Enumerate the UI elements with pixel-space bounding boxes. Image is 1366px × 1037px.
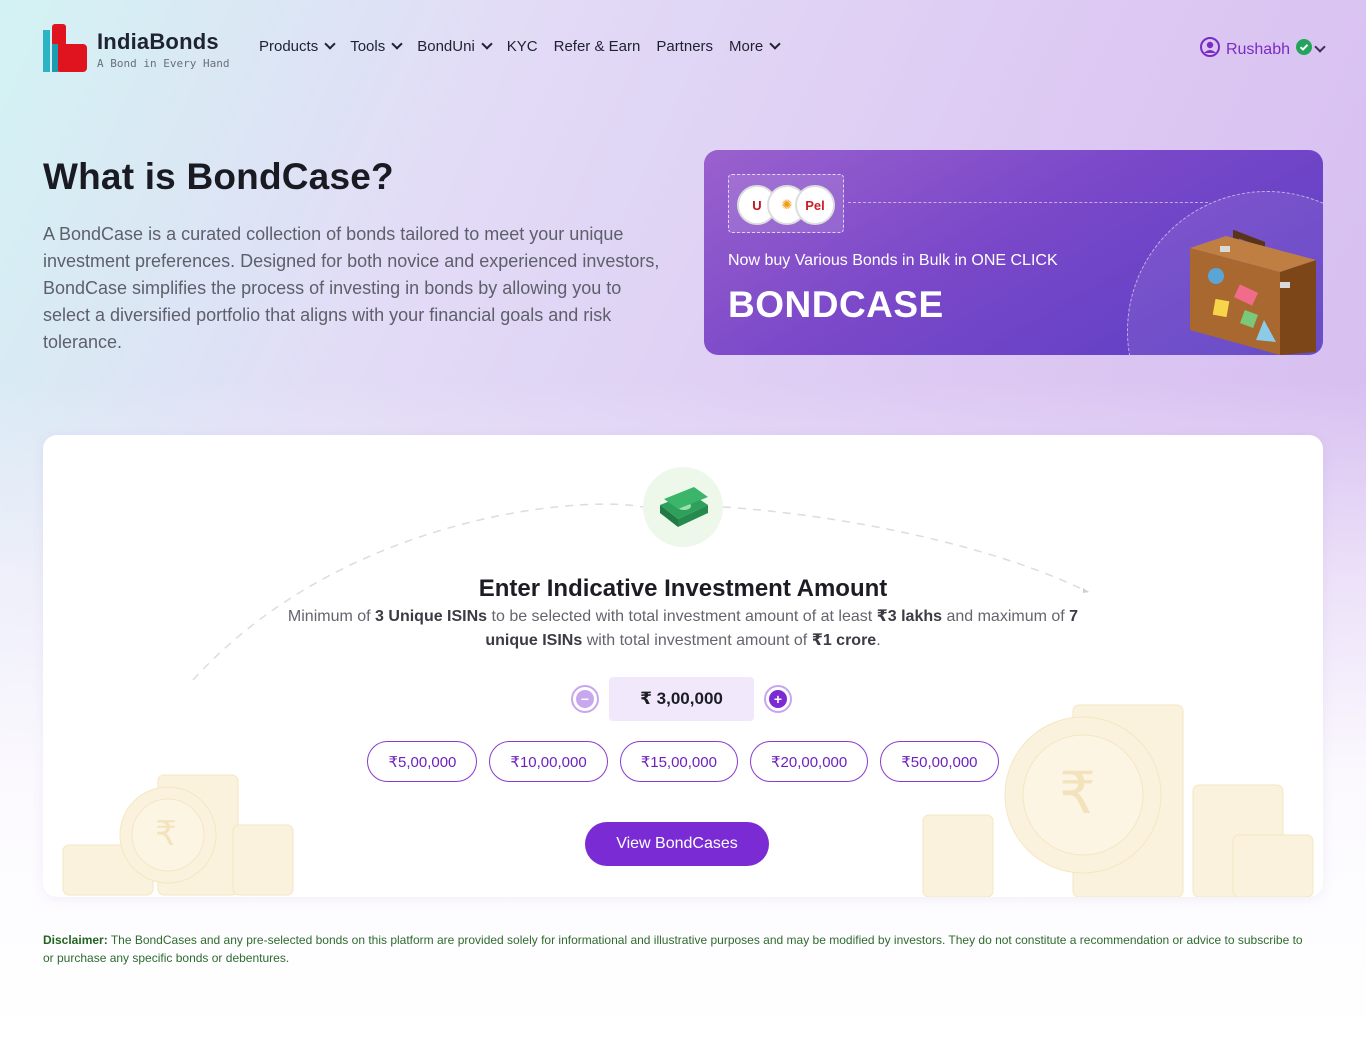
preset-amounts: ₹5,00,000 ₹10,00,000 ₹15,00,000 ₹20,00,0… bbox=[43, 741, 1323, 782]
nav-tools-label: Tools bbox=[350, 38, 386, 55]
nav-partners-label: Partners bbox=[656, 38, 714, 55]
investment-amount-field[interactable]: ₹ 3,00,000 bbox=[609, 677, 754, 721]
preset-amount-chip[interactable]: ₹5,00,000 bbox=[367, 741, 478, 782]
nav-kyc-label: KYC bbox=[506, 38, 538, 55]
rules-min-amount: ₹3 lakhs bbox=[876, 608, 943, 625]
verified-check-icon bbox=[1296, 39, 1312, 60]
investment-amount-card: ₹ ₹ Enter Indicative Investment Amount M… bbox=[43, 435, 1323, 897]
chevron-down-icon bbox=[324, 38, 336, 50]
investment-rules: Minimum of 3 Unique ISINs to be selected… bbox=[283, 605, 1083, 653]
view-bondcases-button[interactable]: View BondCases bbox=[585, 822, 769, 866]
rules-text: . bbox=[876, 632, 881, 649]
chevron-down-icon bbox=[1314, 41, 1326, 53]
nav-partners[interactable]: Partners bbox=[656, 38, 713, 55]
svg-text:₹: ₹ bbox=[155, 815, 177, 853]
disclaimer-text: The BondCases and any pre-selected bonds… bbox=[43, 933, 1303, 965]
nav-bonduni[interactable]: BondUni bbox=[417, 38, 493, 55]
user-avatar-icon bbox=[1199, 37, 1220, 62]
rules-text: with total investment amount of bbox=[582, 632, 812, 649]
rules-text: and maximum of bbox=[942, 608, 1070, 625]
main-menu: Products Tools BondUni KYC Refer & Earn … bbox=[259, 38, 795, 55]
user-menu[interactable]: Rushabh bbox=[1199, 37, 1326, 62]
chevron-down-icon bbox=[391, 38, 403, 50]
preset-amount-chip[interactable]: ₹10,00,000 bbox=[489, 741, 608, 782]
nav-products[interactable]: Products bbox=[259, 38, 336, 55]
disclaimer-label: Disclaimer: bbox=[43, 933, 108, 947]
banner-dashed-line bbox=[848, 202, 1208, 203]
preset-amount-chip[interactable]: ₹20,00,000 bbox=[749, 741, 869, 782]
briefcase-icon bbox=[1184, 229, 1320, 355]
decrease-amount-button[interactable]: − bbox=[571, 685, 599, 713]
pel-logo-icon: Pel bbox=[795, 185, 835, 225]
chevron-down-icon bbox=[769, 38, 781, 50]
rules-min-isins: 3 Unique ISINs bbox=[375, 608, 488, 625]
rules-text: Minimum of bbox=[287, 608, 376, 625]
page-description: A BondCase is a curated collection of bo… bbox=[43, 224, 660, 352]
brand-name: IndiaBonds bbox=[97, 28, 219, 54]
brand-tagline: A Bond in Every Hand bbox=[97, 56, 230, 70]
bondcase-promo-banner[interactable]: U ✺ Pel Now buy Various Bonds in Bulk in… bbox=[704, 150, 1323, 355]
page-title: What is BondCase? bbox=[43, 156, 394, 197]
preset-amount-chip[interactable]: ₹50,00,000 bbox=[880, 741, 999, 782]
chevron-down-icon bbox=[481, 38, 493, 50]
nav-more-label: More bbox=[729, 38, 764, 55]
nav-products-label: Products bbox=[259, 38, 319, 55]
disclaimer: Disclaimer: The BondCases and any pre-se… bbox=[43, 931, 1313, 967]
banner-subtitle: Now buy Various Bonds in Bulk in ONE CLI… bbox=[728, 252, 1058, 269]
investment-title: Enter Indicative Investment Amount bbox=[478, 575, 888, 602]
brand-logo[interactable]: IndiaBonds A Bond in Every Hand bbox=[43, 24, 229, 74]
nav-bonduni-label: BondUni bbox=[417, 38, 475, 55]
indiabonds-logo-icon bbox=[43, 24, 87, 74]
nav-more[interactable]: More bbox=[729, 38, 781, 55]
nav-kyc[interactable]: KYC bbox=[507, 38, 538, 55]
minus-icon: − bbox=[576, 690, 594, 708]
top-navbar: IndiaBonds A Bond in Every Hand Products… bbox=[0, 0, 1366, 96]
nav-tools[interactable]: Tools bbox=[350, 38, 403, 55]
preset-amount-chip[interactable]: ₹15,00,000 bbox=[619, 741, 738, 782]
banner-title: BONDCASE bbox=[728, 284, 944, 325]
money-stack-icon bbox=[643, 467, 723, 547]
rules-text: to be selected with total investment amo… bbox=[487, 608, 877, 625]
issuer-logos: U ✺ Pel bbox=[728, 174, 844, 233]
increase-amount-button[interactable]: + bbox=[764, 685, 792, 713]
rules-max-amount: ₹1 crore bbox=[811, 632, 877, 649]
nav-refer-earn-label: Refer & Earn bbox=[553, 38, 641, 55]
user-name: Rushabh bbox=[1225, 40, 1290, 58]
nav-refer-earn[interactable]: Refer & Earn bbox=[554, 38, 641, 55]
amount-stepper: − ₹ 3,00,000 + bbox=[571, 677, 792, 721]
plus-icon: + bbox=[769, 690, 787, 708]
